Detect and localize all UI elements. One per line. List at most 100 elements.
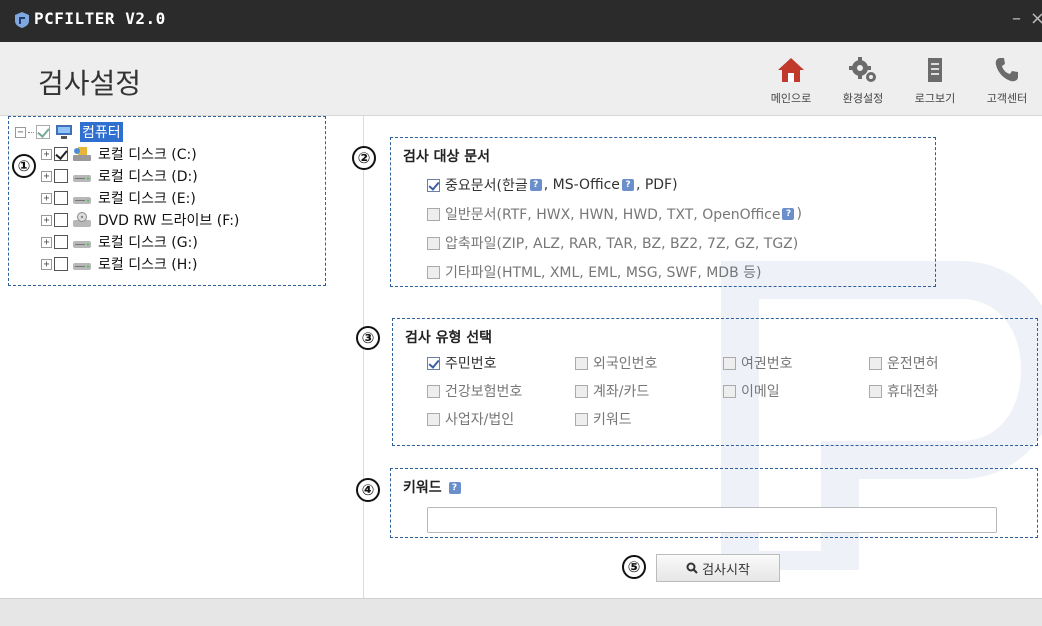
doc-important-checkbox[interactable]	[427, 178, 440, 192]
scan-type-label: 키워드	[593, 412, 632, 428]
drive-f-checkbox[interactable]	[54, 213, 68, 227]
expand-icon[interactable]: +	[41, 236, 52, 248]
scan-type-checkbox[interactable]	[575, 356, 588, 370]
scan-type-checkbox[interactable]	[575, 412, 588, 426]
step-badge-4: ④	[356, 478, 380, 502]
toolbar-settings-label: 환경설정	[842, 92, 884, 105]
tree-node-drive-c[interactable]: + 로컬 디스크 (C:)	[41, 143, 197, 165]
doc-general-checkbox[interactable]	[427, 207, 440, 221]
scan-type-option[interactable]: 주민번호	[427, 353, 497, 373]
toolbar-home-button[interactable]: 메인으로	[758, 56, 824, 112]
close-button[interactable]: ×	[1030, 8, 1042, 29]
drive-g-checkbox[interactable]	[54, 235, 68, 249]
step-badge-2: ②	[352, 146, 376, 170]
tree-node-drive-d[interactable]: + 로컬 디스크 (D:)	[41, 165, 198, 187]
doc-option-important[interactable]: 중요문서(한글 ? , MS-Office ? , PDF)	[427, 175, 678, 195]
home-icon	[778, 58, 804, 82]
doc-option-archive[interactable]: 압축파일(ZIP, ALZ, RAR, TAR, BZ, BZ2, 7Z, GZ…	[427, 233, 798, 253]
dvd-drive-icon	[73, 212, 91, 227]
scan-type-option[interactable]: 휴대전화	[869, 381, 939, 401]
scan-type-option[interactable]: 이메일	[723, 381, 780, 401]
scan-type-label: 계좌/카드	[593, 384, 650, 400]
status-bar	[0, 598, 1042, 626]
scan-type-checkbox[interactable]	[723, 384, 736, 398]
start-scan-button[interactable]: 검사시작	[656, 554, 780, 582]
page-title: 검사설정	[38, 67, 142, 100]
gear-icon	[849, 57, 876, 82]
scan-type-label: 운전면허	[887, 356, 939, 372]
collapse-icon[interactable]: −	[15, 126, 26, 138]
doc-option-label: , MS-Office	[543, 177, 620, 193]
tree-label-drive: 로컬 디스크 (C:)	[98, 147, 197, 163]
scan-type-checkbox[interactable]	[575, 384, 588, 398]
scan-type-label: 휴대전화	[887, 384, 939, 400]
drive-h-checkbox[interactable]	[54, 257, 68, 271]
scan-type-checkbox[interactable]	[427, 412, 440, 426]
scan-type-option[interactable]: 외국인번호	[575, 353, 657, 373]
drive-c-checkbox[interactable]	[54, 147, 68, 161]
scan-type-checkbox[interactable]	[869, 384, 882, 398]
help-icon[interactable]: ?	[621, 179, 634, 191]
doc-option-label: 중요문서(한글	[445, 178, 528, 194]
phone-icon	[995, 58, 1018, 82]
doc-option-label: )	[796, 206, 802, 222]
tree-label-drive: DVD RW 드라이브 (F:)	[98, 213, 240, 229]
title-bar: PCFILTER V2.0 – ×	[0, 0, 1042, 42]
toolbar-settings-button[interactable]: 환경설정	[830, 56, 896, 112]
tree-node-drive-h[interactable]: + 로컬 디스크 (H:)	[41, 253, 197, 275]
scan-type-checkbox[interactable]	[723, 356, 736, 370]
scan-type-option[interactable]: 건강보험번호	[427, 381, 522, 401]
expand-icon[interactable]: +	[41, 258, 52, 270]
drive-tree: − 컴퓨터 + 로컬 디스크 (C:) + 로컬 디스크 (D:) + 로컬 디…	[8, 116, 326, 286]
expand-icon[interactable]: +	[41, 192, 52, 204]
scan-type-option[interactable]: 사업자/법인	[427, 409, 514, 429]
scan-type-option[interactable]: 여권번호	[723, 353, 793, 373]
step-badge-5: ⑤	[622, 555, 646, 579]
toolbar-log-button[interactable]: 로그보기	[902, 56, 968, 112]
doc-other-checkbox[interactable]	[427, 265, 440, 279]
expand-icon[interactable]: +	[41, 148, 52, 160]
toolbar-support-button[interactable]: 고객센터	[974, 56, 1040, 112]
keyword-input[interactable]	[427, 507, 997, 533]
keyword-title-text: 키워드	[403, 480, 442, 496]
scan-type-checkbox[interactable]	[427, 356, 440, 370]
drive-e-checkbox[interactable]	[54, 191, 68, 205]
computer-icon	[56, 125, 72, 139]
doc-option-label: 일반문서(RTF, HWX, HWN, HWD, TXT, OpenOffice	[445, 207, 781, 223]
tree-node-computer[interactable]: − 컴퓨터	[15, 121, 123, 143]
scan-types-section: 검사 유형 선택 주민번호 외국인번호 여권번호 운전면허 건강보험번호 계좌/…	[392, 318, 1038, 446]
expand-icon[interactable]: +	[41, 170, 52, 182]
minimize-button[interactable]: –	[1012, 8, 1021, 29]
app-title: PCFILTER V2.0	[34, 9, 166, 28]
keyword-section: 키워드 ?	[390, 468, 1038, 538]
tree-node-drive-e[interactable]: + 로컬 디스크 (E:)	[41, 187, 196, 209]
help-icon[interactable]: ?	[529, 179, 542, 191]
hard-drive-icon	[73, 241, 91, 248]
drive-d-checkbox[interactable]	[54, 169, 68, 183]
help-icon[interactable]: ?	[448, 482, 461, 494]
scan-type-checkbox[interactable]	[869, 356, 882, 370]
expand-icon[interactable]: +	[41, 214, 52, 226]
doc-archive-checkbox[interactable]	[427, 236, 440, 250]
doc-option-other[interactable]: 기타파일(HTML, XML, EML, MSG, SWF, MDB 등)	[427, 262, 762, 282]
scan-type-label: 외국인번호	[593, 356, 658, 372]
computer-checkbox[interactable]	[36, 125, 50, 139]
tree-label-drive: 로컬 디스크 (E:)	[98, 191, 196, 207]
doc-option-label: , PDF)	[635, 177, 678, 193]
scan-type-label: 이메일	[741, 384, 780, 400]
tree-connector	[28, 131, 34, 133]
scan-type-checkbox[interactable]	[427, 384, 440, 398]
doc-option-general[interactable]: 일반문서(RTF, HWX, HWN, HWD, TXT, OpenOffice…	[427, 204, 802, 224]
tree-node-drive-g[interactable]: + 로컬 디스크 (G:)	[41, 231, 198, 253]
help-icon[interactable]: ?	[782, 208, 795, 220]
drive-tree-panel: − 컴퓨터 + 로컬 디스크 (C:) + 로컬 디스크 (D:) + 로컬 디…	[0, 116, 364, 598]
scan-type-option[interactable]: 운전면허	[869, 353, 939, 373]
start-scan-label: 검사시작	[702, 562, 750, 578]
hard-drive-icon	[73, 263, 91, 270]
scan-type-label: 건강보험번호	[445, 384, 523, 400]
tree-node-drive-f[interactable]: + DVD RW 드라이브 (F:)	[41, 209, 239, 231]
hard-drive-icon	[73, 197, 91, 204]
target-docs-title: 검사 대상 문서	[403, 149, 491, 165]
scan-type-option[interactable]: 키워드	[575, 409, 632, 429]
scan-type-option[interactable]: 계좌/카드	[575, 381, 649, 401]
